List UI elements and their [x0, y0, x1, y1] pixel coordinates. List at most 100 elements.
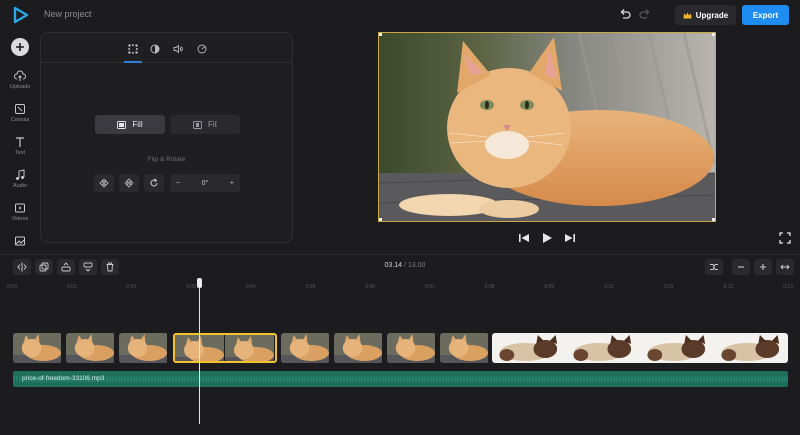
sidebar-item-label: Canvas: [10, 117, 30, 123]
total-time: 13.00: [407, 262, 426, 269]
image-icon: [15, 236, 25, 246]
timeline-ruler[interactable]: 0:00 0:01 0:02 0:03 0:04 0:05 0:06 0:07 0:08 0:09…: [0, 280, 800, 294]
flip-horizontal-icon: [99, 178, 109, 188]
video-clip[interactable]: [334, 333, 383, 363]
rotate-icon: [150, 178, 158, 187]
duplicate-button[interactable]: [35, 259, 53, 275]
project-name[interactable]: New project: [44, 9, 92, 19]
fill-icon: [117, 120, 127, 129]
ruler-tick: 0:05: [305, 284, 316, 290]
rotation-value[interactable]: 0°: [202, 180, 209, 187]
video-clip-selected[interactable]: [173, 333, 277, 363]
skip-back-icon[interactable]: [517, 231, 531, 245]
trash-icon: [106, 262, 114, 272]
current-time: 03.14: [384, 262, 403, 269]
video-clip[interactable]: [440, 333, 489, 363]
upload-cloud-icon: [14, 70, 26, 81]
zoom-in-button[interactable]: [754, 259, 772, 275]
zoom-out-button[interactable]: [732, 259, 750, 275]
text-icon: [16, 137, 24, 147]
resize-handle[interactable]: [712, 218, 715, 221]
trim-start-button[interactable]: [57, 259, 75, 275]
export-button[interactable]: Export: [742, 5, 789, 25]
delete-button[interactable]: [101, 259, 119, 275]
ruler-tick: 0:03: [186, 284, 196, 290]
fit-timeline-button[interactable]: [776, 259, 794, 275]
resize-handle[interactable]: [712, 33, 715, 36]
resize-handle[interactable]: [379, 33, 382, 36]
plus-icon: [760, 264, 766, 270]
flip-horizontal-button[interactable]: [94, 174, 114, 192]
tab-adjust[interactable]: [147, 41, 163, 57]
properties-panel: Fill Fit Flip & Rotate − 0° +: [40, 32, 293, 243]
shuffle-icon: [710, 264, 718, 270]
sidebar-item-label: Uploads: [9, 84, 31, 90]
fill-label: Fill: [132, 120, 143, 129]
ruler-tick: 0:00: [7, 284, 17, 290]
play-icon[interactable]: [540, 231, 554, 245]
audio-clip[interactable]: price-of-freedom-33106.mp3: [13, 371, 788, 387]
fill-button[interactable]: Fill: [95, 115, 165, 134]
speed-icon: [197, 44, 207, 54]
rotate-plus-button[interactable]: +: [230, 180, 234, 187]
ruler-tick: 0:13: [783, 284, 793, 290]
shuffle-button[interactable]: [705, 259, 723, 275]
ruler-tick: 0:07: [425, 284, 435, 290]
video-clip[interactable]: [66, 333, 115, 363]
sidebar-item-canvas[interactable]: Canvas: [4, 103, 36, 123]
rotation-stepper[interactable]: − 0° +: [170, 174, 240, 192]
flip-vertical-button[interactable]: [119, 174, 139, 192]
undo-icon[interactable]: [618, 7, 632, 21]
app-logo-icon[interactable]: [12, 6, 30, 24]
split-button[interactable]: [13, 259, 31, 275]
skip-forward-icon[interactable]: [563, 231, 577, 245]
sidebar-item-label: Text: [14, 150, 26, 156]
video-clip[interactable]: [13, 333, 62, 363]
minus-icon: [738, 266, 744, 268]
upgrade-button[interactable]: Upgrade: [675, 5, 736, 25]
audio-clip-name: price-of-freedom-33106.mp3: [22, 375, 105, 382]
crop-icon: [128, 44, 138, 54]
fullscreen-icon[interactable]: [778, 231, 792, 245]
video-track: [13, 333, 788, 363]
trim-end-button[interactable]: [79, 259, 97, 275]
rotate-minus-button[interactable]: −: [176, 180, 180, 187]
fit-width-icon: [780, 264, 790, 270]
video-clip[interactable]: [387, 333, 436, 363]
rotate-button[interactable]: [144, 174, 164, 192]
timecode: 03.14 / 13.00: [360, 262, 450, 269]
sidebar-item-images[interactable]: [4, 235, 36, 247]
split-icon: [17, 262, 27, 272]
playhead-handle[interactable]: [197, 278, 202, 288]
add-media-button[interactable]: [11, 38, 29, 56]
sidebar-item-uploads[interactable]: Uploads: [4, 70, 36, 90]
fit-icon: [193, 120, 202, 129]
video-clip[interactable]: [119, 333, 168, 363]
sidebar-item-videos[interactable]: Videos: [4, 202, 36, 222]
playhead[interactable]: [199, 284, 200, 424]
preview-image: [379, 33, 715, 221]
ruler-tick: 0:04: [245, 284, 256, 290]
redo-icon[interactable]: [638, 7, 652, 21]
trim-icon: [61, 262, 71, 272]
ruler-tick: 0:12: [723, 284, 734, 290]
ruler-tick: 0:08: [484, 284, 495, 290]
sidebar-item-audio[interactable]: Audio: [4, 169, 36, 189]
tab-audio[interactable]: [170, 41, 186, 57]
timeline-divider: [0, 254, 800, 255]
duplicate-icon: [39, 262, 49, 272]
video-clip[interactable]: [492, 333, 788, 363]
video-clip[interactable]: [281, 333, 330, 363]
video-preview[interactable]: [378, 32, 716, 222]
ruler-tick: 0:01: [66, 284, 77, 290]
ruler-tick: 0:06: [365, 284, 376, 290]
tab-speed[interactable]: [194, 41, 210, 57]
sidebar-item-label: Videos: [11, 216, 29, 222]
sidebar-item-label: Audio: [12, 183, 28, 189]
fit-button[interactable]: Fit: [170, 115, 240, 134]
resize-handle[interactable]: [379, 218, 382, 221]
contrast-icon: [150, 44, 160, 54]
music-note-icon: [16, 169, 25, 180]
tab-crop[interactable]: [125, 41, 141, 57]
sidebar-item-text[interactable]: Text: [4, 136, 36, 156]
